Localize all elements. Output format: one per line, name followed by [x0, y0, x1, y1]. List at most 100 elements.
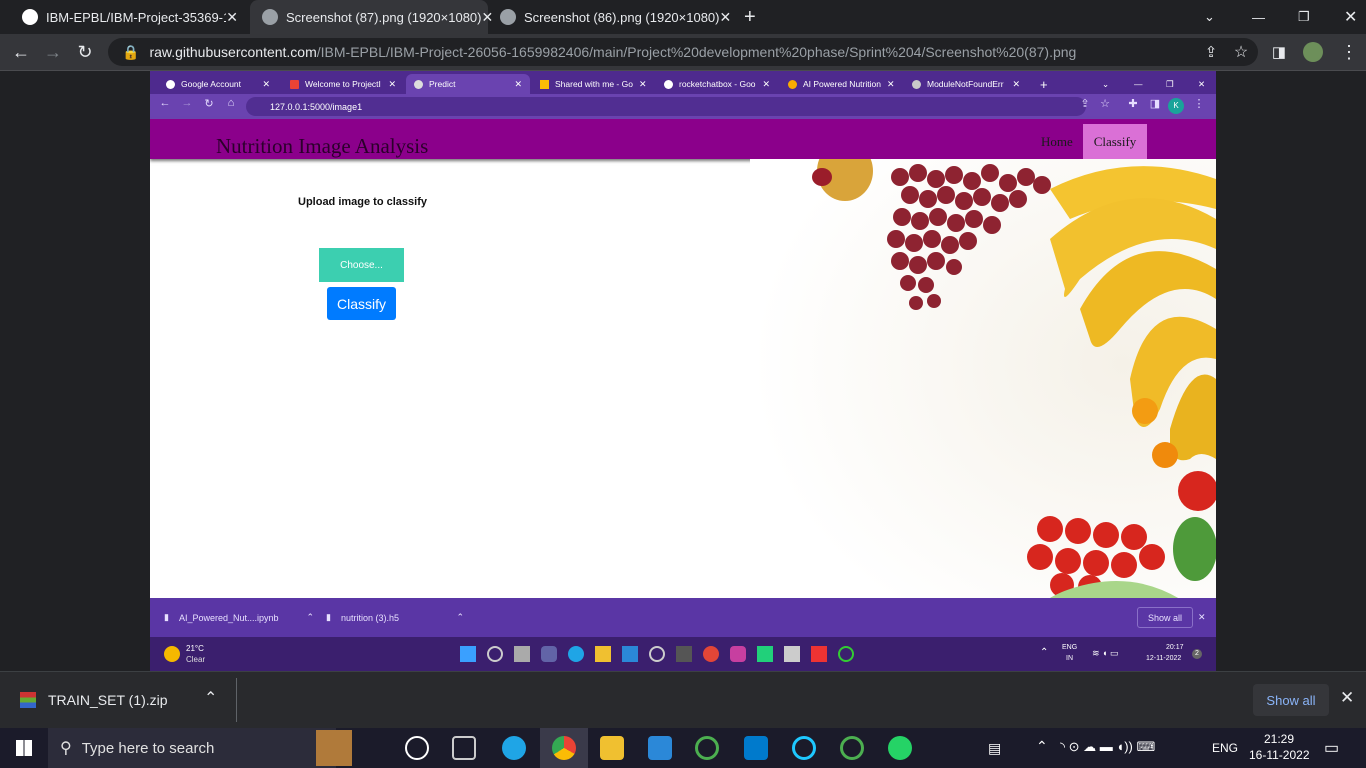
globe-icon: [500, 9, 516, 25]
bookmark-star-icon[interactable]: ☆: [1226, 34, 1256, 70]
download-name: nutrition (3).h5: [340, 612, 399, 623]
close-icon[interactable]: ✕: [720, 9, 732, 26]
outer-tab-screenshot-86[interactable]: Screenshot (86).png (1920×1080) ✕: [488, 0, 731, 34]
teams-icon: [541, 646, 557, 662]
inner-tab: rocketchatbox - Goo ✕: [656, 74, 778, 94]
close-icon[interactable]: ✕: [226, 9, 238, 26]
fruit-vegetable-image: [750, 141, 1216, 671]
clock-date[interactable]: 16-11-2022: [1249, 748, 1310, 762]
task-view-icon: [514, 646, 530, 662]
outer-tab-screenshot-87[interactable]: Screenshot (87).png (1920×1080) ✕: [250, 0, 493, 34]
chevron-up-icon: ⌃: [456, 612, 464, 622]
app-icon: [811, 646, 827, 662]
alexa-icon[interactable]: [792, 736, 816, 760]
tab-title: AI Powered Nutrition: [803, 79, 881, 89]
notification-icon[interactable]: ▭: [1324, 738, 1339, 758]
fruit-illustration: [812, 141, 1216, 671]
pycharm-icon: [757, 646, 773, 662]
mail-icon: [622, 646, 638, 662]
chevron-down-icon: ⌄: [1102, 78, 1110, 89]
outer-tab-strip: IBM-EPBL/IBM-Project-35369-16 ✕ Screensh…: [0, 0, 1366, 34]
reload-icon[interactable]: ↻: [70, 34, 100, 70]
mail-icon[interactable]: [648, 736, 672, 760]
url-path: /IBM-EPBL/IBM-Project-26056-1659982406/m…: [316, 44, 1077, 60]
gmail-icon: [290, 79, 299, 89]
file-explorer-icon[interactable]: [600, 736, 624, 760]
cortana-icon[interactable]: [405, 736, 429, 760]
news-widget-icon[interactable]: ▤: [988, 740, 1001, 757]
loading-icon: [838, 646, 854, 662]
whatsapp-icon[interactable]: [888, 736, 912, 760]
tray-icons: ≋ ◖ ▭: [1092, 648, 1119, 658]
app-icon[interactable]: [840, 736, 864, 760]
weather-temp: 21°C: [186, 644, 204, 653]
side-panel-icon[interactable]: ◨: [1264, 34, 1294, 70]
app-title: Nutrition Image Analysis: [216, 134, 429, 158]
task-view-icon[interactable]: [452, 736, 476, 760]
search-highlight-image: [316, 730, 352, 766]
app-icon: [784, 646, 800, 662]
lock-icon: 🔒: [122, 43, 140, 60]
clock-time[interactable]: 21:29: [1264, 732, 1294, 746]
tray-icons[interactable]: ◝ ⊙ ☁ ▬ ◖)) ⌨: [1060, 739, 1155, 755]
app-navbar: Nutrition Image Analysis Home Classify: [150, 119, 1216, 159]
file-icon: ▮: [326, 612, 331, 622]
inner-download-item: ▮ nutrition (3).h5 ⌃: [326, 598, 464, 637]
inner-download-item: ▮ AI_Powered_Nut....ipynb ⌃: [164, 598, 314, 637]
windows-start-icon[interactable]: [16, 740, 32, 756]
edge-icon[interactable]: [502, 736, 526, 760]
address-bar[interactable]: 🔒 raw.githubusercontent.com /IBM-EPBL/IB…: [108, 38, 1258, 66]
tab-title: IBM-EPBL/IBM-Project-35369-16: [46, 9, 226, 25]
github-icon: [22, 9, 38, 25]
profile-avatar[interactable]: [1298, 34, 1328, 70]
stackoverflow-icon: [912, 79, 921, 89]
chevron-up-icon[interactable]: ⌃: [204, 688, 217, 708]
tab-search-icon[interactable]: ⌄: [1192, 0, 1222, 34]
inner-tab: AI Powered Nutrition ✕: [780, 74, 902, 94]
tab-title: rocketchatbox - Goo: [679, 79, 756, 89]
close-icon: ✕: [886, 78, 895, 89]
notification-badge: 2: [1192, 649, 1202, 659]
upload-label: Upload image to classify: [298, 196, 427, 208]
profile-avatar: K: [1168, 98, 1184, 114]
tab-title: Google Account: [181, 79, 242, 89]
download-name: AI_Powered_Nut....ipynb: [178, 612, 279, 623]
loading-app-icon[interactable]: [695, 736, 719, 760]
minimize-icon: —: [1134, 79, 1143, 89]
share-icon[interactable]: ⇪: [1196, 34, 1226, 70]
inner-toolbar: ← → ↻ ⌂ 127.0.0.1:5000/image1 ⇪ ☆ ✚ ◨ K …: [150, 94, 1216, 119]
menu-icon[interactable]: ⋮: [1334, 34, 1364, 70]
close-icon: ✕: [1012, 78, 1020, 89]
inner-lang: ENG: [1062, 644, 1078, 651]
chevron-up-icon[interactable]: ⌃: [1036, 738, 1048, 755]
inner-address-bar: 127.0.0.1:5000/image1: [246, 97, 1086, 116]
new-tab-button[interactable]: +: [732, 0, 762, 34]
download-bar: TRAIN_SET (1).zip ⌃ Show all ✕: [0, 671, 1366, 728]
restore-button[interactable]: ❐: [1286, 0, 1316, 34]
vscode-icon[interactable]: [744, 736, 768, 760]
restore-icon: ❐: [1166, 78, 1174, 89]
home-icon: ⌂: [227, 97, 235, 109]
language-indicator[interactable]: ENG: [1212, 741, 1238, 755]
tab-title: Screenshot (87).png (1920×1080): [286, 9, 482, 25]
show-all-button[interactable]: Show all: [1253, 684, 1329, 716]
download-filename[interactable]: TRAIN_SET (1).zip: [48, 692, 168, 708]
inner-time: 20:17: [1166, 644, 1184, 651]
colab-icon: [788, 79, 797, 89]
chrome-icon[interactable]: [552, 736, 576, 760]
close-download-bar-icon[interactable]: ✕: [1340, 688, 1354, 708]
forward-icon[interactable]: →: [38, 34, 68, 70]
outer-tab-github[interactable]: IBM-EPBL/IBM-Project-35369-16 ✕: [10, 0, 250, 34]
tab-title: Welcome to ProjectI: [305, 79, 381, 89]
search-box[interactable]: ⚲ Type here to search: [48, 728, 336, 768]
folder-icon: [595, 646, 611, 662]
classify-button: Classify: [327, 287, 396, 320]
side-panel-icon: ◨: [1149, 98, 1161, 110]
chevron-up-icon: ⌃: [306, 612, 314, 622]
menu-icon: ⋮: [1193, 98, 1205, 110]
moon-icon: [164, 646, 180, 662]
star-icon: ☆: [1100, 98, 1110, 110]
close-window-button[interactable]: ✕: [1332, 0, 1362, 34]
back-icon[interactable]: ←: [6, 34, 36, 70]
minimize-button[interactable]: —: [1240, 0, 1270, 34]
